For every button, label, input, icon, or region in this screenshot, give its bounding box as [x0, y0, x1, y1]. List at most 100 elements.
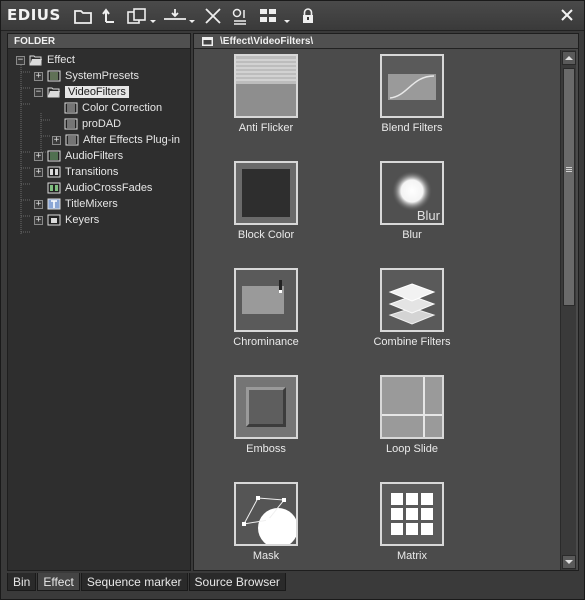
blend-filters-thumbnail — [380, 54, 444, 118]
blur-thumbnail-text: Blur — [416, 208, 440, 223]
effect-label: Block Color — [237, 229, 295, 241]
effect-label: Anti Flicker — [238, 122, 294, 134]
lock-icon[interactable] — [299, 5, 317, 27]
transition-icon — [47, 166, 61, 178]
anti-flicker-thumbnail — [234, 54, 298, 118]
effect-tile-combine-filters[interactable]: Combine Filters — [340, 266, 480, 364]
tab-bin[interactable]: Bin — [7, 573, 37, 591]
folder-tree: − Effect + SystemPresets − VideoFilters … — [8, 49, 190, 569]
tree-item-label: TitleMixers — [65, 198, 118, 210]
folder-open-icon — [29, 55, 42, 66]
mask-thumbnail — [234, 482, 298, 546]
effect-label: Emboss — [246, 443, 286, 455]
effect-tile-anti-flicker[interactable]: Anti Flicker — [194, 52, 334, 150]
expand-icon[interactable]: + — [34, 215, 43, 225]
tree-item-keyers[interactable]: + Keyers — [34, 212, 99, 228]
tree-item-label: Color Correction — [82, 102, 163, 114]
path-bar: \Effect\VideoFilters\ — [194, 34, 578, 49]
tree-item-prodad[interactable]: proDAD — [64, 116, 121, 132]
effect-label: Combine Filters — [373, 336, 451, 348]
preset-icon — [47, 70, 61, 82]
tree-item-audiocrossfades[interactable]: AudioCrossFades — [47, 180, 152, 196]
loop-slide-thumbnail — [380, 375, 444, 439]
filter-icon — [64, 102, 78, 114]
tree-item-videofilters[interactable]: − VideoFilters — [34, 84, 129, 100]
tree-item-label: VideoFilters — [65, 86, 129, 98]
combine-filters-thumbnail — [380, 268, 444, 332]
effect-label: Blend Filters — [381, 122, 443, 134]
tree-item-label: Transitions — [65, 166, 119, 178]
expand-icon[interactable]: + — [34, 71, 43, 81]
filter-icon — [65, 134, 79, 146]
tree-item-label: SystemPresets — [65, 70, 139, 82]
title-mixer-icon — [47, 198, 61, 210]
tree-item-audiofilters[interactable]: + AudioFilters — [34, 148, 123, 164]
effect-tile-loop-slide[interactable]: Loop Slide — [340, 373, 480, 471]
toolbar: EDIUS — [1, 1, 584, 31]
bottom-tabs: Bin Effect Sequence marker Source Browse… — [7, 573, 287, 591]
tree-item-after-effects-plugin[interactable]: + After Effects Plug-in — [52, 132, 180, 148]
effect-label: Mask — [252, 550, 280, 562]
tree-item-label: Effect — [47, 54, 75, 66]
collapse-icon[interactable]: − — [16, 55, 25, 65]
tree-item-label: Keyers — [65, 214, 100, 226]
close-icon[interactable] — [558, 6, 576, 24]
blur-thumbnail: Blur — [380, 161, 444, 225]
expand-icon[interactable]: + — [52, 135, 61, 145]
effect-label: Loop Slide — [386, 443, 438, 455]
tree-item-label: proDAD — [82, 118, 122, 130]
effect-label: Blur — [402, 229, 422, 241]
app-title: EDIUS — [7, 6, 61, 24]
tree-item-effect[interactable]: − Effect — [16, 52, 75, 68]
view-mode-icon[interactable] — [257, 5, 293, 27]
effects-content-pane: \Effect\VideoFilters\ Anti Flicker Blend… — [193, 33, 579, 571]
tab-effect[interactable]: Effect — [37, 573, 80, 591]
effect-tile-mask[interactable]: Mask — [194, 480, 334, 570]
tree-item-systempresets[interactable]: + SystemPresets — [34, 68, 139, 84]
scroll-down-button[interactable] — [562, 555, 576, 569]
up-folder-icon[interactable] — [100, 5, 118, 27]
tree-item-label: AudioCrossFades — [65, 182, 153, 194]
collapse-icon[interactable]: − — [34, 87, 43, 97]
effects-grid: Anti Flicker Blend Filters Block Color B… — [194, 50, 562, 570]
effect-tile-blend-filters[interactable]: Blend Filters — [340, 52, 480, 150]
tab-sequence-marker[interactable]: Sequence marker — [80, 573, 188, 591]
tree-item-color-correction[interactable]: Color Correction — [64, 100, 162, 116]
tree-item-label: After Effects Plug-in — [83, 134, 181, 146]
folder-view-icon[interactable] — [73, 5, 93, 27]
scroll-thumb[interactable] — [563, 68, 575, 306]
current-path: \Effect\VideoFilters\ — [220, 35, 314, 47]
keyer-icon — [47, 214, 61, 226]
effect-label: Chrominance — [233, 336, 299, 348]
folder-open-icon — [47, 87, 60, 98]
delete-icon[interactable] — [203, 5, 223, 27]
expand-icon[interactable]: + — [34, 151, 43, 161]
folder-pane-header: FOLDER — [8, 34, 190, 49]
tree-item-titlemixers[interactable]: + TitleMixers — [34, 196, 118, 212]
audio-crossfade-icon — [47, 182, 61, 194]
folder-icon — [202, 36, 213, 46]
vertical-scrollbar[interactable] — [560, 50, 576, 570]
matrix-thumbnail — [380, 482, 444, 546]
expand-icon[interactable]: + — [34, 199, 43, 209]
effect-tile-blur[interactable]: Blur Blur — [340, 159, 480, 257]
scroll-up-button[interactable] — [562, 51, 576, 65]
properties-icon[interactable] — [230, 5, 250, 27]
timeline-insert-icon[interactable] — [161, 5, 197, 27]
filter-icon — [64, 118, 78, 130]
expand-icon[interactable]: + — [34, 167, 43, 177]
chrominance-thumbnail — [234, 268, 298, 332]
tab-source-browser[interactable]: Source Browser — [188, 573, 286, 591]
tree-item-label: AudioFilters — [65, 150, 124, 162]
effect-tile-chrominance[interactable]: Chrominance — [194, 266, 334, 364]
effect-tile-matrix[interactable]: Matrix — [340, 480, 480, 570]
effect-palette-window: EDIUS FOLDER − Effect + SystemPresets − … — [0, 0, 585, 600]
effect-tile-emboss[interactable]: Emboss — [194, 373, 334, 471]
audio-filter-icon — [47, 150, 61, 162]
emboss-thumbnail — [234, 375, 298, 439]
effect-tile-block-color[interactable]: Block Color — [194, 159, 334, 257]
copy-dropdown-icon[interactable] — [125, 5, 159, 27]
effect-label: Matrix — [397, 550, 427, 562]
tree-item-transitions[interactable]: + Transitions — [34, 164, 118, 180]
folder-pane: FOLDER − Effect + SystemPresets − VideoF… — [7, 33, 191, 571]
